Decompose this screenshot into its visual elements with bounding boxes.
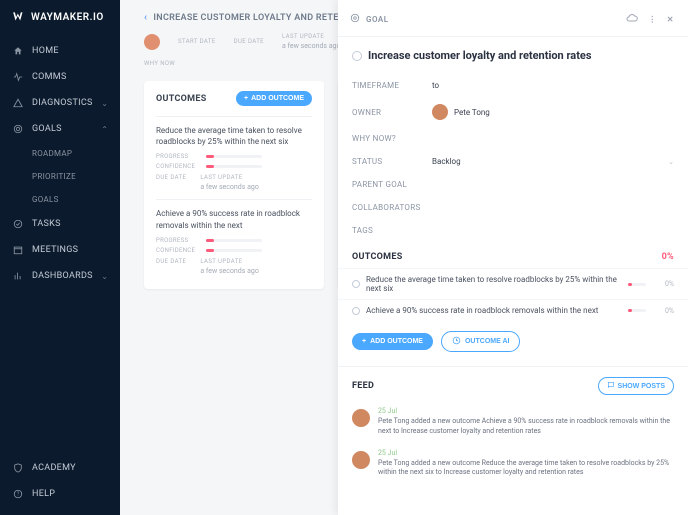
nav-goals-sub[interactable]: GOALS xyxy=(0,188,120,211)
chat-icon xyxy=(607,381,615,391)
outcome-item[interactable]: Reduce the average time taken to resolve… xyxy=(156,116,312,199)
nav-academy[interactable]: ACADEMY xyxy=(0,455,120,481)
back-button[interactable]: ‹ xyxy=(144,12,147,23)
brand-text: WAYMAKER.IO xyxy=(31,12,104,23)
nav-dashboards[interactable]: DASHBOARDS ⌄ xyxy=(0,263,120,289)
drawer-title: Increase customer loyalty and retention … xyxy=(338,37,688,74)
home-icon xyxy=(12,45,24,57)
outcome-radio[interactable] xyxy=(352,307,360,315)
feed-section-head: FEED SHOW POSTS xyxy=(338,366,688,401)
pulse-icon xyxy=(12,71,24,83)
nav-goals[interactable]: GOALS ⌃ xyxy=(0,116,120,142)
nav-tasks[interactable]: TASKS xyxy=(0,211,120,237)
feed-item: 25 Jul Pete Tong added a new outcome Red… xyxy=(338,443,688,485)
avatar xyxy=(144,34,160,50)
outcome-radio[interactable] xyxy=(352,280,360,288)
nav-roadmap[interactable]: ROADMAP xyxy=(0,142,120,165)
nav-prioritize[interactable]: PRIORITIZE xyxy=(0,165,120,188)
close-icon[interactable]: ✕ xyxy=(665,13,676,26)
cloud-icon[interactable] xyxy=(624,10,640,28)
bars-icon xyxy=(12,270,24,282)
progress-bar xyxy=(628,309,646,312)
goal-status-radio[interactable] xyxy=(352,51,362,61)
outcome-item[interactable]: Achieve a 90% success rate in roadblock … xyxy=(156,199,312,282)
more-icon[interactable]: ⋮ xyxy=(646,13,659,26)
field-collaborators[interactable]: COLLABORATORS xyxy=(338,196,688,219)
chevron-up-icon: ⌃ xyxy=(101,125,108,134)
chevron-down-icon: ⌄ xyxy=(101,272,108,281)
goal-drawer: GOAL ⋮ ✕ Increase customer loyalty and r… xyxy=(338,0,688,515)
shield-icon xyxy=(12,462,24,474)
breadcrumb-title: INCREASE CUSTOMER LOYALTY AND RETENTI xyxy=(153,13,353,23)
chevron-down-icon: ⌄ xyxy=(101,99,108,108)
ai-icon xyxy=(452,336,461,347)
triangle-icon xyxy=(12,97,24,109)
target-icon xyxy=(12,123,24,135)
feed-item: 25 Jul Pete Tong added a new outcome Ach… xyxy=(338,401,688,443)
field-timeframe[interactable]: TIMEFRAME to xyxy=(338,74,688,97)
outcomes-pct: 0% xyxy=(662,252,674,262)
drawer-outcome-item[interactable]: Achieve a 90% success rate in roadblock … xyxy=(338,299,688,321)
feed-avatar xyxy=(352,409,370,427)
owner-avatar xyxy=(432,104,448,120)
add-outcome-button[interactable]: +ADD OUTCOME xyxy=(236,91,312,106)
field-parent-goal[interactable]: PARENT GOAL xyxy=(338,173,688,196)
svg-text:?: ? xyxy=(17,492,20,498)
feed-avatar xyxy=(352,451,370,469)
drawer-outcome-item[interactable]: Reduce the average time taken to resolve… xyxy=(338,268,688,299)
help-icon: ? xyxy=(12,488,24,500)
drawer-head-label: GOAL xyxy=(366,15,389,24)
plus-icon: + xyxy=(244,95,248,102)
logo-icon xyxy=(12,10,26,24)
check-icon xyxy=(12,218,24,230)
outcome-ai-button[interactable]: OUTCOME AI xyxy=(441,331,520,352)
nav-diagnostics[interactable]: DIAGNOSTICS ⌄ xyxy=(0,90,120,116)
calendar-icon xyxy=(12,244,24,256)
nav-help[interactable]: ? HELP xyxy=(0,481,120,507)
outcomes-title: OUTCOMES xyxy=(156,94,207,104)
outcomes-card: OUTCOMES +ADD OUTCOME Reduce the average… xyxy=(144,81,324,289)
sidebar: WAYMAKER.IO HOME COMMS DIAGNOSTICS ⌄ GOA… xyxy=(0,0,120,515)
target-icon xyxy=(350,13,360,25)
nav-comms[interactable]: COMMS xyxy=(0,64,120,90)
plus-icon: + xyxy=(362,338,366,345)
logo: WAYMAKER.IO xyxy=(0,0,120,34)
add-outcome-button[interactable]: +ADD OUTCOME xyxy=(352,333,433,350)
show-posts-button[interactable]: SHOW POSTS xyxy=(598,377,674,395)
field-why-now[interactable]: WHY NOW? xyxy=(338,127,688,150)
field-owner[interactable]: OWNER Pete Tong xyxy=(338,97,688,127)
field-status[interactable]: STATUS Backlog ⌄ xyxy=(338,150,688,173)
chevron-down-icon: ⌄ xyxy=(668,158,674,166)
field-tags[interactable]: TAGS xyxy=(338,219,688,242)
nav-meetings[interactable]: MEETINGS xyxy=(0,237,120,263)
progress-bar xyxy=(628,283,646,286)
nav-home[interactable]: HOME xyxy=(0,38,120,64)
outcomes-section-head: OUTCOMES 0% xyxy=(338,242,688,268)
